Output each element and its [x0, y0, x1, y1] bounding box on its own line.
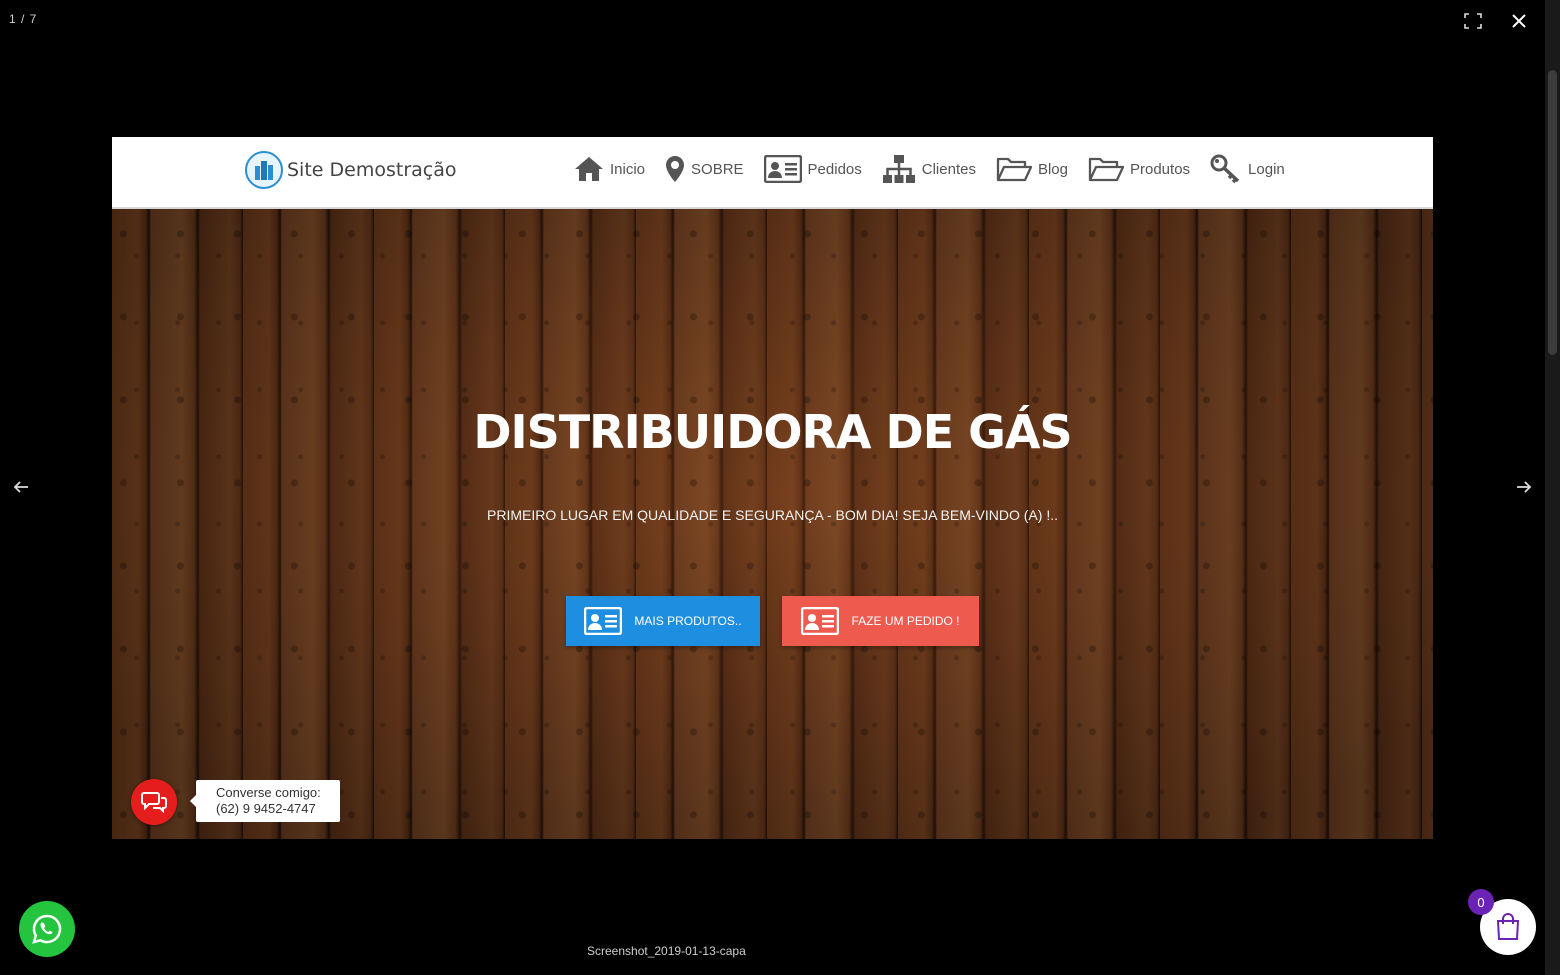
id-card-icon	[763, 155, 802, 183]
hero-section: DISTRIBUIDORA DE GÁS PRIMEIRO LUGAR EM Q…	[112, 209, 1433, 839]
site-menu: Inicio SOBRE Pedidos Clientes Blog Produ…	[574, 154, 1305, 184]
menu-item-blog[interactable]: Blog	[996, 156, 1068, 182]
menu-label: Login	[1248, 160, 1285, 178]
place-order-button[interactable]: FAZE UM PEDIDO !	[782, 596, 979, 646]
fullscreen-button[interactable]	[1460, 8, 1486, 34]
brand-logo-icon	[245, 151, 283, 189]
menu-label: Inicio	[610, 160, 646, 178]
chat-tooltip: Converse comigo: (62) 9 9452-4747	[190, 780, 340, 822]
menu-item-produtos[interactable]: Produtos	[1088, 156, 1190, 182]
sitemap-icon	[882, 155, 915, 183]
home-icon	[575, 157, 603, 181]
shopping-bag-icon	[1496, 913, 1520, 940]
arrow-left-icon	[13, 481, 28, 493]
brand-name: Site Demostração	[287, 159, 457, 181]
whatsapp-icon	[32, 914, 62, 944]
image-caption: Screenshot_2019-01-13-capa	[587, 944, 746, 958]
slide-counter: 1 / 7	[9, 12, 38, 26]
menu-item-pedidos[interactable]: Pedidos	[763, 155, 862, 183]
close-icon	[1512, 14, 1526, 28]
button-label: MAIS PRODUTOS..	[634, 614, 742, 628]
key-icon	[1210, 154, 1240, 184]
menu-label: Blog	[1037, 160, 1068, 178]
slide-image: Site Demostração Inicio SOBRE Pedidos Cl…	[112, 137, 1433, 839]
folder-open-icon	[996, 157, 1032, 182]
map-marker-icon	[666, 156, 685, 182]
scrollbar-thumb[interactable]	[1548, 70, 1557, 355]
chat-tooltip-phone: (62) 9 9452-4747	[216, 801, 316, 816]
folder-open-icon	[1088, 157, 1124, 182]
whatsapp-button[interactable]	[19, 901, 75, 957]
menu-item-inicio[interactable]: Inicio	[574, 156, 645, 182]
prev-button[interactable]	[8, 474, 34, 500]
menu-label: Clientes	[921, 160, 976, 178]
arrow-right-icon	[1517, 481, 1532, 493]
menu-item-sobre[interactable]: SOBRE	[665, 155, 744, 183]
button-label: FAZE UM PEDIDO !	[851, 614, 960, 628]
cart-count-badge: 0	[1468, 889, 1494, 915]
menu-item-clientes[interactable]: Clientes	[882, 154, 976, 184]
menu-item-login[interactable]: Login	[1210, 154, 1285, 184]
scrollbar[interactable]	[1545, 0, 1560, 975]
chat-tooltip-line1: Converse comigo:	[216, 785, 321, 800]
id-card-icon	[801, 607, 840, 635]
hero-subtitle: PRIMEIRO LUGAR EM QUALIDADE E SEGURANÇA …	[487, 507, 1058, 523]
menu-label: Produtos	[1130, 160, 1191, 178]
menu-label: Pedidos	[807, 160, 862, 178]
next-button[interactable]	[1511, 474, 1537, 500]
close-button[interactable]	[1506, 8, 1532, 34]
chat-button[interactable]	[131, 779, 177, 825]
fullscreen-icon	[1464, 13, 1482, 29]
more-products-button[interactable]: MAIS PRODUTOS..	[566, 596, 760, 646]
chat-bubbles-icon	[141, 792, 167, 813]
site-navbar: Site Demostração Inicio SOBRE Pedidos Cl…	[112, 137, 1433, 209]
hero-title: DISTRIBUIDORA DE GÁS	[473, 405, 1072, 459]
menu-label: SOBRE	[691, 160, 744, 178]
id-card-icon	[584, 607, 623, 635]
site-brand[interactable]: Site Demostração	[245, 151, 457, 189]
